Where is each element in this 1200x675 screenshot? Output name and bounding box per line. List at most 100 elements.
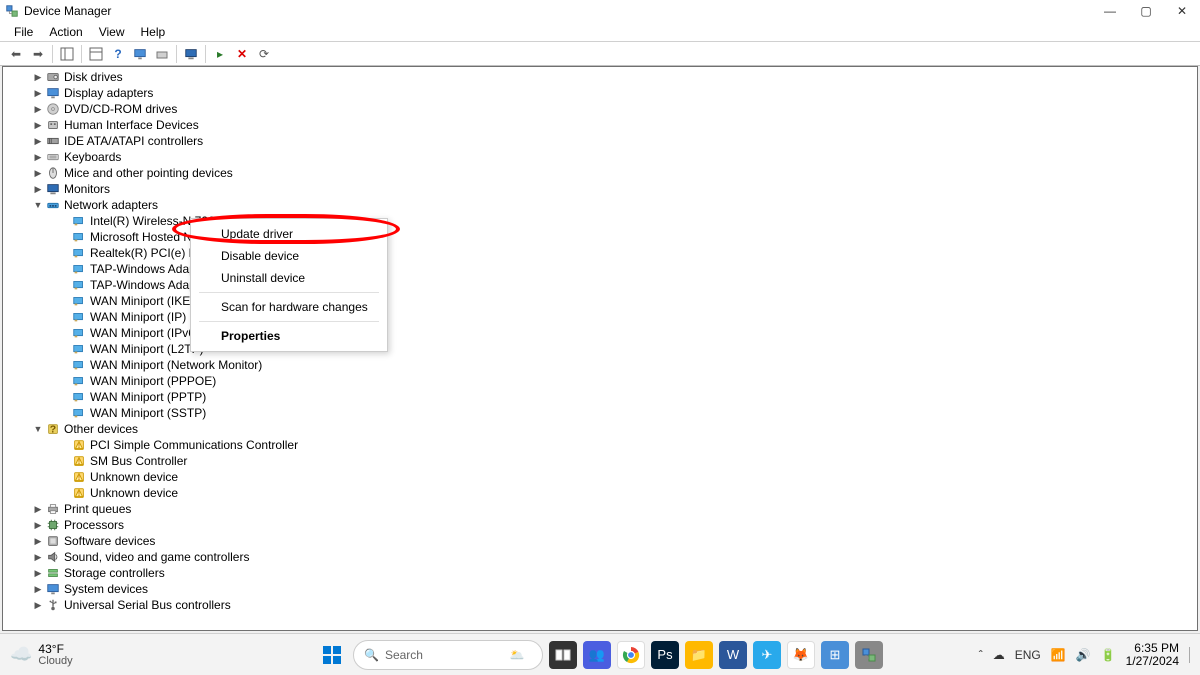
device-tree-panel: ▶Disk drives ▶Display adapters ▶DVD/CD-R…	[2, 66, 1198, 631]
tray-clock[interactable]: 6:35 PM 1/27/2024	[1126, 642, 1179, 668]
device-network-adapter[interactable]: WAN Miniport (IP)	[3, 309, 1197, 325]
scan-changes-button[interactable]: ⟳	[254, 44, 274, 64]
processor-icon	[45, 517, 61, 533]
update-driver-button[interactable]	[181, 44, 201, 64]
netcard-icon	[71, 389, 87, 405]
menu-view[interactable]: View	[91, 23, 133, 41]
device-network-adapter[interactable]: WAN Miniport (PPTP)	[3, 389, 1197, 405]
app-telegram[interactable]: ✈	[753, 641, 781, 669]
category-processors[interactable]: ▶Processors	[3, 517, 1197, 533]
app-photoshop[interactable]: Ps	[651, 641, 679, 669]
help-button[interactable]: ?	[108, 44, 128, 64]
node-label: Keyboards	[64, 149, 121, 165]
node-label: IDE ATA/ATAPI controllers	[64, 133, 203, 149]
category-print-queues[interactable]: ▶Print queues	[3, 501, 1197, 517]
tray-onedrive-icon[interactable]: ☁	[993, 648, 1005, 662]
category-ide[interactable]: ▶IDE ATA/ATAPI controllers	[3, 133, 1197, 149]
tray-wifi-icon[interactable]: 📶	[1051, 648, 1066, 662]
ctx-disable-device[interactable]: Disable device	[191, 245, 387, 267]
category-software-devices[interactable]: ▶Software devices	[3, 533, 1197, 549]
node-label: WAN Miniport (Network Monitor)	[90, 357, 262, 373]
category-disk-drives[interactable]: ▶Disk drives	[3, 69, 1197, 85]
app-devmgr[interactable]	[855, 641, 883, 669]
app-chrome[interactable]	[617, 641, 645, 669]
add-legacy-button[interactable]	[152, 44, 172, 64]
device-network-adapter[interactable]: Intel(R) Wireless-N 7260	[3, 213, 1197, 229]
tray-language[interactable]: ENG	[1015, 648, 1041, 662]
separator	[52, 45, 53, 63]
taskbar: ☁️ 43°F Cloudy 🔍 Search 🌥️ 👥 Ps 📁 W ✈ 🦊 …	[0, 633, 1200, 675]
category-sound[interactable]: ▶Sound, video and game controllers	[3, 549, 1197, 565]
device-network-adapter[interactable]: TAP-Windows Adapter V	[3, 277, 1197, 293]
device-other[interactable]: Unknown device	[3, 485, 1197, 501]
category-mice[interactable]: ▶Mice and other pointing devices	[3, 165, 1197, 181]
menu-action[interactable]: Action	[41, 23, 90, 41]
menu-help[interactable]: Help	[133, 23, 174, 41]
node-label: Unknown device	[90, 469, 178, 485]
category-keyboards[interactable]: ▶Keyboards	[3, 149, 1197, 165]
device-network-adapter[interactable]: Microsoft Hosted Netw	[3, 229, 1197, 245]
properties-button[interactable]	[86, 44, 106, 64]
device-network-adapter[interactable]: WAN Miniport (IPv6)	[3, 325, 1197, 341]
category-display-adapters[interactable]: ▶Display adapters	[3, 85, 1197, 101]
node-label: DVD/CD-ROM drives	[64, 101, 177, 117]
dvd-icon	[45, 101, 61, 117]
node-label: SM Bus Controller	[90, 453, 187, 469]
category-storage[interactable]: ▶Storage controllers	[3, 565, 1197, 581]
category-dvd[interactable]: ▶DVD/CD-ROM drives	[3, 101, 1197, 117]
device-network-adapter[interactable]: WAN Miniport (SSTP)	[3, 405, 1197, 421]
netcard-icon	[71, 341, 87, 357]
start-button[interactable]	[317, 640, 347, 670]
category-system-devices[interactable]: ▶System devices	[3, 581, 1197, 597]
weather-widget[interactable]: ☁️ 43°F Cloudy	[0, 643, 130, 667]
back-button[interactable]: ⬅	[6, 44, 26, 64]
device-other[interactable]: Unknown device	[3, 469, 1197, 485]
category-other-devices[interactable]: ▼Other devices	[3, 421, 1197, 437]
tray-overflow[interactable]: ˆ	[979, 648, 983, 662]
device-tree[interactable]: ▶Disk drives ▶Display adapters ▶DVD/CD-R…	[3, 67, 1197, 615]
taskbar-search[interactable]: 🔍 Search 🌥️	[353, 640, 543, 670]
minimize-button[interactable]: —	[1092, 0, 1128, 22]
category-network-adapters[interactable]: ▼Network adapters	[3, 197, 1197, 213]
maximize-button[interactable]: ▢	[1128, 0, 1164, 22]
netcard-icon	[71, 325, 87, 341]
device-other[interactable]: PCI Simple Communications Controller	[3, 437, 1197, 453]
menu-file[interactable]: File	[6, 23, 41, 41]
device-network-adapter[interactable]: WAN Miniport (PPPOE)	[3, 373, 1197, 389]
ctx-properties[interactable]: Properties	[191, 325, 387, 347]
ctx-scan-hardware[interactable]: Scan for hardware changes	[191, 296, 387, 318]
app-word[interactable]: W	[719, 641, 747, 669]
device-other[interactable]: SM Bus Controller	[3, 453, 1197, 469]
uninstall-button[interactable]: ✕	[232, 44, 252, 64]
forward-button[interactable]: ➡	[28, 44, 48, 64]
device-network-adapter[interactable]: WAN Miniport (L2TP)	[3, 341, 1197, 357]
device-network-adapter[interactable]: WAN Miniport (IKEv2)	[3, 293, 1197, 309]
node-label: PCI Simple Communications Controller	[90, 437, 298, 453]
device-network-adapter[interactable]: WAN Miniport (Network Monitor)	[3, 357, 1197, 373]
scan-button[interactable]	[130, 44, 150, 64]
weather-cond: Cloudy	[38, 655, 72, 667]
node-label: Disk drives	[64, 69, 123, 85]
tray-volume-icon[interactable]: 🔊	[1076, 648, 1091, 662]
tray-battery-icon[interactable]: 🔋	[1101, 648, 1116, 662]
netcard-icon	[71, 229, 87, 245]
category-monitors[interactable]: ▶Monitors	[3, 181, 1197, 197]
device-network-adapter[interactable]: Realtek(R) PCI(e) Ethern	[3, 245, 1197, 261]
ide-icon	[45, 133, 61, 149]
taskview-button[interactable]	[549, 641, 577, 669]
software-icon	[45, 533, 61, 549]
app-firefox[interactable]: 🦊	[787, 641, 815, 669]
device-network-adapter[interactable]: TAP-Windows Adapter V	[3, 261, 1197, 277]
app-explorer[interactable]: 📁	[685, 641, 713, 669]
disk-icon	[45, 69, 61, 85]
category-usb[interactable]: ▶Universal Serial Bus controllers	[3, 597, 1197, 613]
close-button[interactable]: ✕	[1164, 0, 1200, 22]
show-hide-tree-button[interactable]	[57, 44, 77, 64]
warning-icon	[71, 437, 87, 453]
category-hid[interactable]: ▶Human Interface Devices	[3, 117, 1197, 133]
app-other1[interactable]: ⊞	[821, 641, 849, 669]
ctx-update-driver[interactable]: Update driver	[191, 223, 387, 245]
ctx-uninstall-device[interactable]: Uninstall device	[191, 267, 387, 289]
enable-button[interactable]: ▸	[210, 44, 230, 64]
app-teams[interactable]: 👥	[583, 641, 611, 669]
